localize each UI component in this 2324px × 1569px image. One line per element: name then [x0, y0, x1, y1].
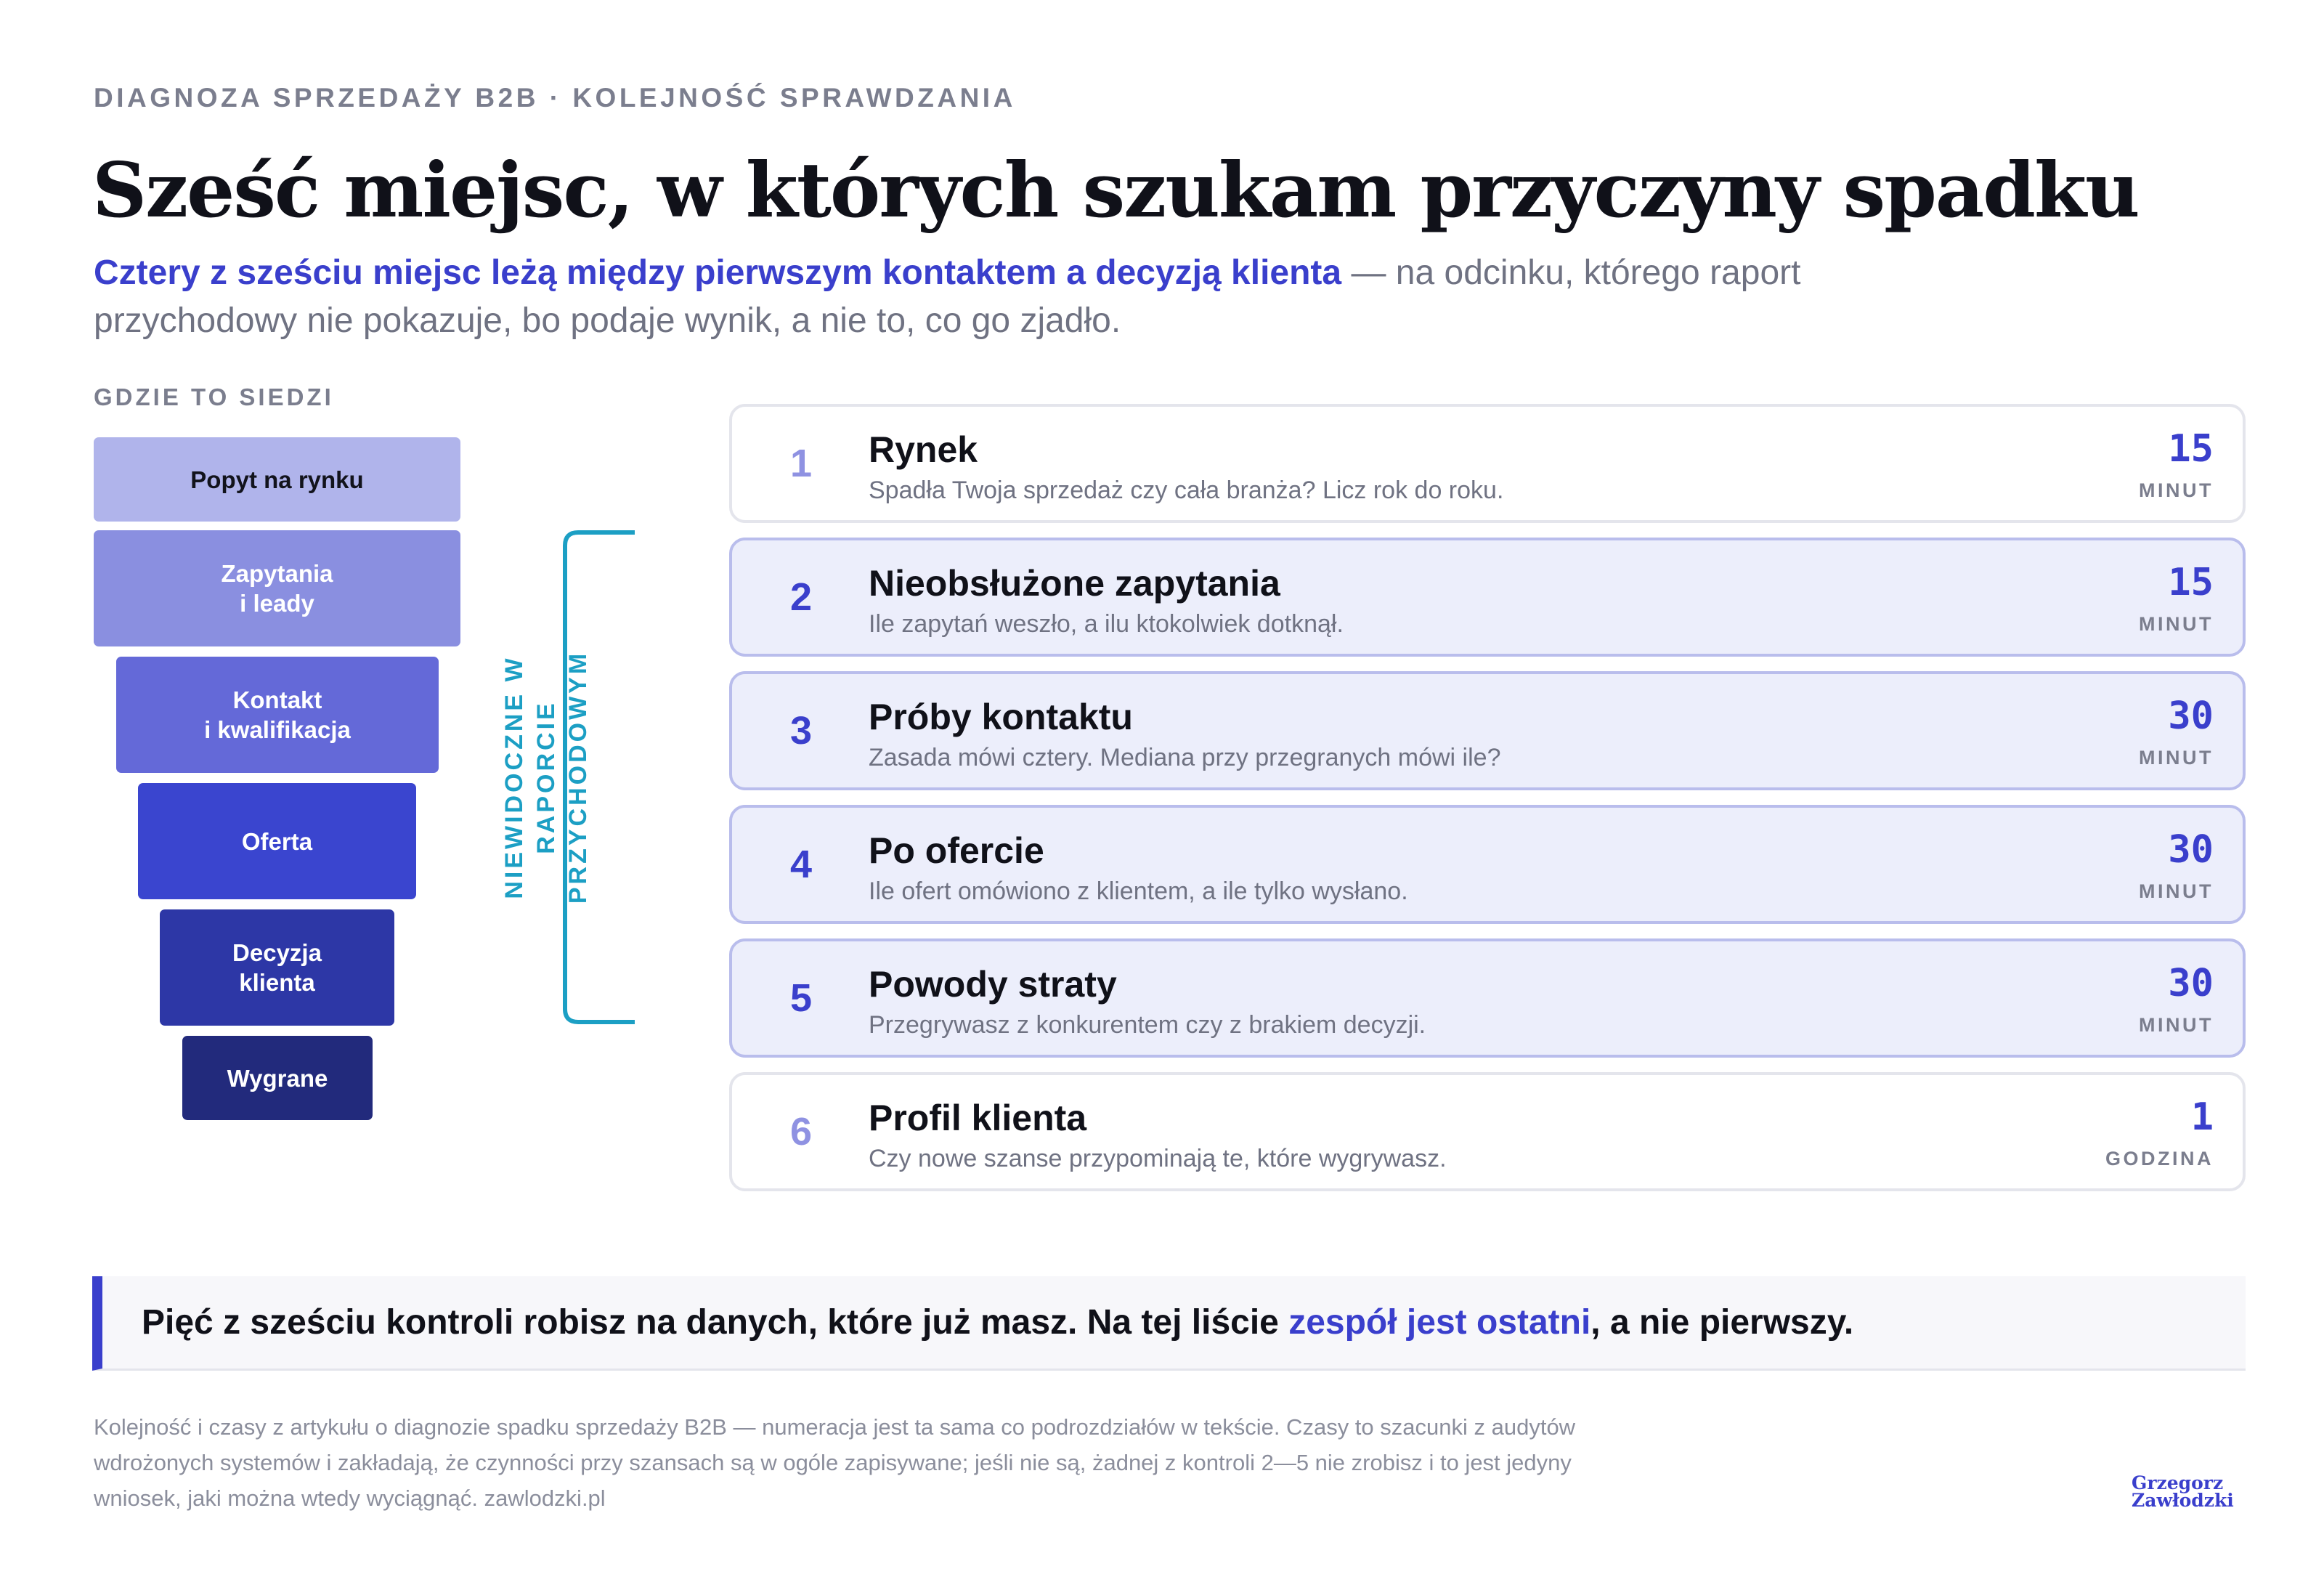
step-time-unit: MINUT [2139, 1014, 2214, 1036]
step-time-unit: MINUT [2139, 479, 2214, 501]
callout: Pięć z sześciu kontroli robisz na danych… [92, 1276, 2246, 1371]
step-description: Ile zapytań weszło, a ilu ktokolwiek dot… [869, 610, 1344, 638]
funnel-step-client-decision: Decyzja klienta [160, 909, 394, 1026]
funnel-step-won: Wygrane [182, 1036, 373, 1120]
step-time: 15 [2168, 561, 2214, 604]
step-time: 30 [2168, 828, 2214, 872]
callout-before: Pięć z sześciu kontroli robisz na danych… [142, 1303, 1289, 1342]
step-time: 30 [2168, 694, 2214, 738]
step-description: Ile ofert omówiono z klientem, a ile tyl… [869, 877, 1408, 905]
step-time: 30 [2168, 962, 2214, 1005]
lede: Cztery z sześciu miejsc leżą między pier… [94, 249, 1851, 345]
step-description: Zasada mówi cztery. Mediana przy przegra… [869, 744, 1501, 771]
brand-logo: Grzegorz Zawłodzki [2132, 1472, 2234, 1511]
funnel-section-label: GDZIE TO SIEDZI [94, 384, 334, 410]
step-time: 15 [2168, 427, 2214, 471]
step-name: Po ofercie [869, 830, 1044, 871]
step-name: Profil klienta [869, 1098, 1087, 1138]
step-time-unit: GODZINA [2105, 1148, 2214, 1169]
funnel-step-offer: Oferta [138, 783, 416, 899]
step-card: 5 Powody straty Przegrywasz z konkurente… [729, 938, 2246, 1058]
step-card: 4 Po ofercie Ile ofert omówiono z klient… [729, 805, 2246, 924]
step-number: 5 [790, 976, 813, 1020]
step-card: 6 Profil klienta Czy nowe szanse przypom… [729, 1072, 2246, 1191]
step-time-unit: MINUT [2139, 880, 2214, 902]
bracket-label: NIEWIDOCZNE W RAPORCIE PRZYCHODOWYM [500, 650, 593, 904]
step-number: 1 [790, 442, 813, 485]
step-card: 2 Nieobsłużone zapytania Ile zapytań wes… [729, 538, 2246, 657]
step-description: Czy nowe szanse przypominają te, które w… [869, 1145, 1447, 1172]
funnel-step-contact-qualification: Kontakt i kwalifikacja [116, 657, 439, 773]
step-time-unit: MINUT [2139, 613, 2214, 635]
step-card: 1 Rynek Spadła Twoja sprzedaż czy cała b… [729, 404, 2246, 523]
step-time: 1 [2190, 1095, 2214, 1139]
funnel-step-inquiries-leads: Zapytania i leady [94, 530, 460, 646]
step-description: Spadła Twoja sprzedaż czy cała branża? L… [869, 477, 1504, 504]
step-number: 4 [790, 843, 813, 886]
footnote: Kolejność i czasy z artykułu o diagnozie… [94, 1414, 1576, 1511]
page-title: Sześć miejsc, w których szukam przyczyny… [92, 145, 2140, 235]
step-number: 3 [790, 709, 813, 753]
callout-after: , a nie pierwszy. [1590, 1303, 1854, 1342]
step-number: 6 [790, 1110, 813, 1154]
step-time-unit: MINUT [2139, 747, 2214, 769]
step-description: Przegrywasz z konkurentem czy z brakiem … [869, 1011, 1426, 1039]
lede-highlight: Cztery z sześciu miejsc leżą między pier… [94, 254, 1342, 292]
callout-text: Pięć z sześciu kontroli robisz na danych… [142, 1302, 1853, 1342]
funnel-step-market-demand: Popyt na rynku [94, 437, 460, 522]
eyebrow: DIAGNOZA SPRZEDAŻY B2B · KOLEJNOŚĆ SPRAW… [94, 83, 1016, 113]
step-name: Próby kontaktu [869, 697, 1133, 737]
bracket-label-box: NIEWIDOCZNE W RAPORCIE PRZYCHODOWYM [495, 530, 597, 1024]
step-number: 2 [790, 575, 813, 619]
step-name: Nieobsłużone zapytania [869, 563, 1280, 604]
step-card: 3 Próby kontaktu Zasada mówi cztery. Med… [729, 671, 2246, 790]
step-name: Rynek [869, 429, 978, 470]
callout-highlight: zespół jest ostatni [1288, 1303, 1591, 1342]
step-name: Powody straty [869, 964, 1117, 1005]
